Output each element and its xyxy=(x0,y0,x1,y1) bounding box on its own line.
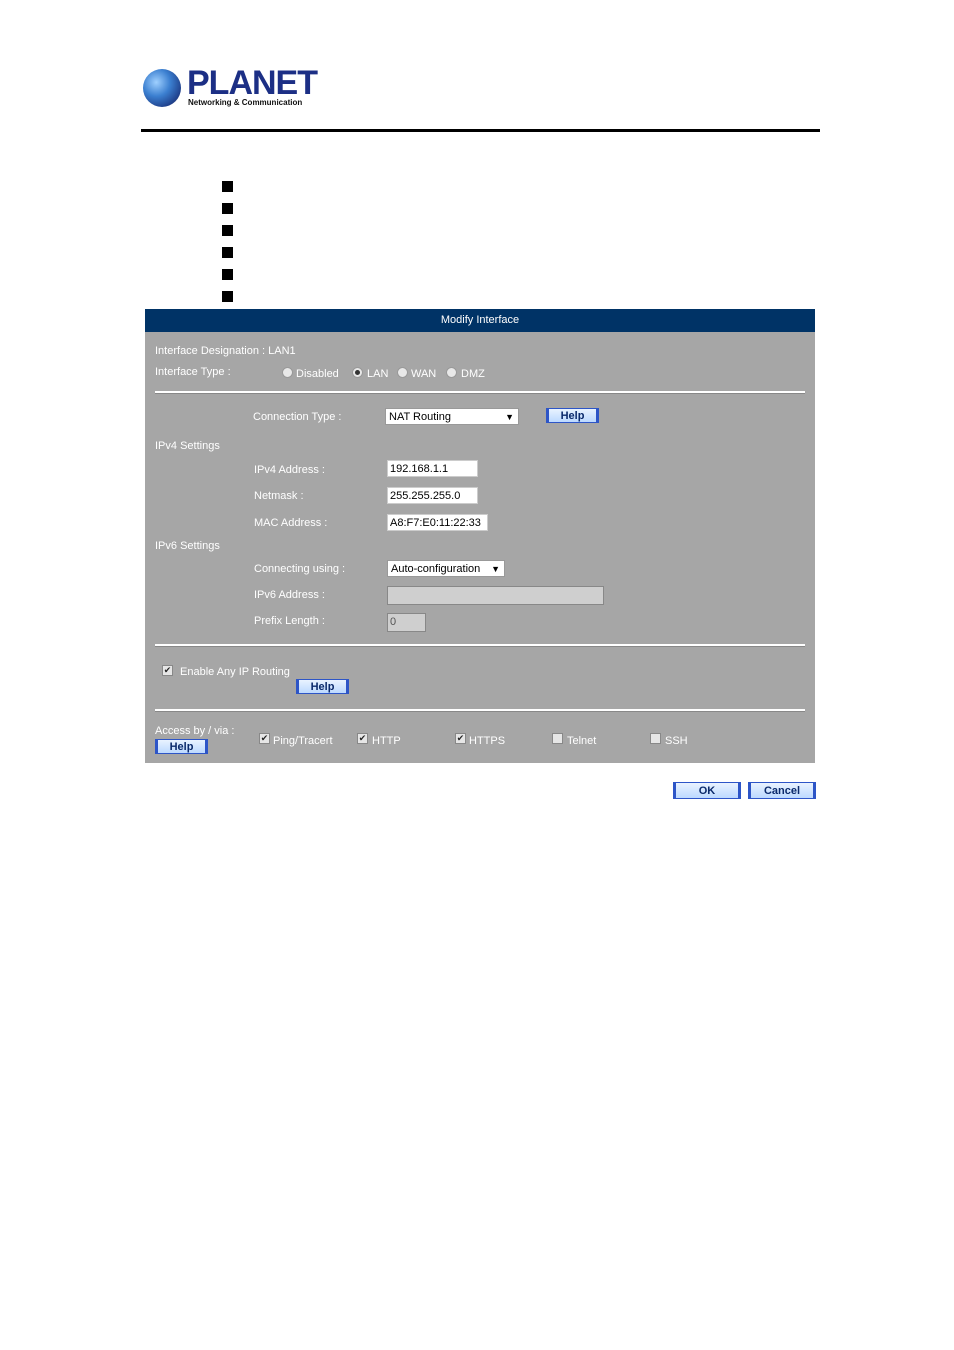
section-divider xyxy=(155,644,805,647)
bullet-square-icon xyxy=(222,181,233,192)
radio-disabled-label: Disabled xyxy=(296,368,339,380)
ipv4-settings-heading: IPv4 Settings xyxy=(155,440,220,452)
radio-dmz[interactable] xyxy=(446,367,457,378)
mac-address-label: MAC Address : xyxy=(254,517,328,529)
radio-lan[interactable] xyxy=(352,367,363,378)
radio-wan[interactable] xyxy=(397,367,408,378)
netmask-input[interactable]: 255.255.255.0 xyxy=(387,487,478,504)
ssh-checkbox[interactable] xyxy=(650,733,661,744)
dropdown-arrow-icon: ▼ xyxy=(491,564,500,574)
telnet-label: Telnet xyxy=(567,735,597,747)
ssh-label: SSH xyxy=(665,735,688,747)
panel-title: Modify Interface xyxy=(145,309,815,332)
radio-lan-label: LAN xyxy=(367,368,389,380)
connection-type-select[interactable]: NAT Routing ▼ xyxy=(385,408,519,425)
radio-dmz-label: DMZ xyxy=(461,368,485,380)
section-divider xyxy=(155,391,805,394)
logo-tagline: Networking & Communication xyxy=(188,98,303,107)
netmask-label: Netmask : xyxy=(254,490,304,502)
dropdown-arrow-icon: ▼ xyxy=(505,412,514,422)
http-label: HTTP xyxy=(372,735,401,747)
ping-tracert-label: Ping/Tracert xyxy=(273,735,333,747)
connection-type-value: NAT Routing xyxy=(389,411,451,423)
section-divider xyxy=(155,709,805,712)
bullet-square-icon xyxy=(222,225,233,236)
ping-tracert-checkbox[interactable]: ✔ xyxy=(259,733,270,744)
prefix-length-input[interactable]: 0 xyxy=(387,613,426,632)
ipv6-settings-heading: IPv6 Settings xyxy=(155,540,220,552)
bullet-list xyxy=(222,181,233,313)
connection-type-label: Connection Type : xyxy=(253,411,342,423)
globe-icon xyxy=(143,69,181,107)
ok-button[interactable]: OK xyxy=(673,782,741,799)
radio-disabled[interactable] xyxy=(282,367,293,378)
https-checkbox[interactable]: ✔ xyxy=(455,733,466,744)
bullet-square-icon xyxy=(222,269,233,280)
bullet-square-icon xyxy=(222,247,233,258)
access-by-label: Access by / via : xyxy=(155,725,235,737)
bullet-square-icon xyxy=(222,203,233,214)
interface-designation: Interface Designation : LAN1 xyxy=(155,345,296,357)
ipv4-address-input[interactable]: 192.168.1.1 xyxy=(387,460,478,477)
modify-interface-panel: Modify Interface Interface Designation :… xyxy=(145,309,815,763)
any-ip-routing-checkbox[interactable]: ✔ xyxy=(162,665,173,676)
radio-wan-label: WAN xyxy=(411,368,437,380)
connecting-using-select[interactable]: Auto-configuration ▼ xyxy=(387,560,505,577)
ipv4-address-label: IPv4 Address : xyxy=(254,464,325,476)
connecting-using-value: Auto-configuration xyxy=(391,563,481,575)
cancel-button[interactable]: Cancel xyxy=(748,782,816,799)
ipv6-address-label: IPv6 Address : xyxy=(254,589,325,601)
interface-type-label: Interface Type : xyxy=(155,366,231,378)
planet-logo: PLANET Networking & Communication xyxy=(143,64,318,112)
connection-type-help-button[interactable]: Help xyxy=(546,408,599,423)
ipv6-address-input[interactable] xyxy=(387,586,604,605)
telnet-checkbox[interactable] xyxy=(552,733,563,744)
any-ip-routing-label: Enable Any IP Routing xyxy=(180,666,290,678)
http-checkbox[interactable]: ✔ xyxy=(357,733,368,744)
connecting-using-label: Connecting using : xyxy=(254,563,346,575)
mac-address-input[interactable]: A8:F7:E0:11:22:33 xyxy=(387,514,488,531)
prefix-length-label: Prefix Length : xyxy=(254,615,325,627)
access-help-button[interactable]: Help xyxy=(155,739,208,754)
header-divider xyxy=(141,129,820,132)
bullet-square-icon xyxy=(222,291,233,302)
any-ip-routing-help-button[interactable]: Help xyxy=(296,679,349,694)
https-label: HTTPS xyxy=(469,735,506,747)
